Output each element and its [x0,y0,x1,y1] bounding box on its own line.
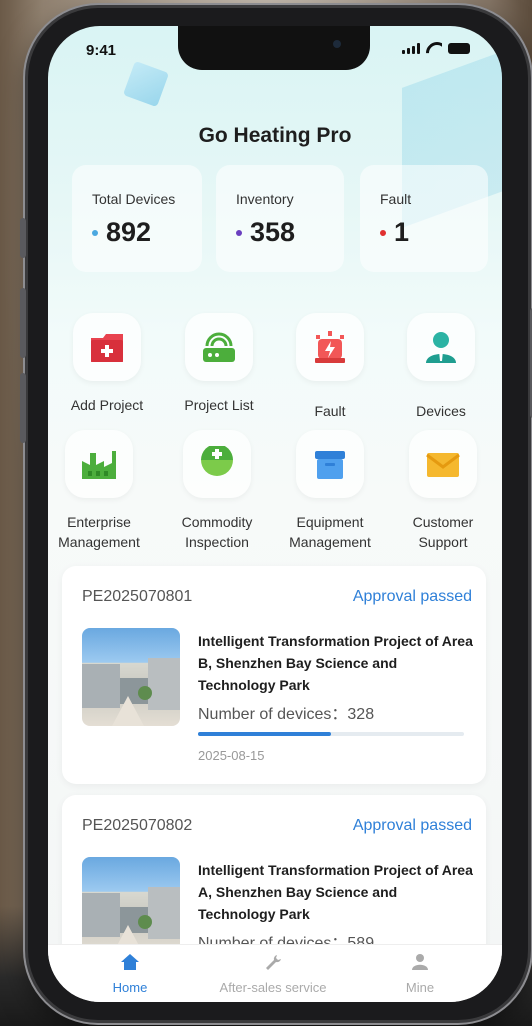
project-progress-bar [198,732,464,736]
menu-enterprise-management[interactable]: Enterprise Management [48,430,154,552]
stat-number: 358 [250,217,296,247]
wifi-icon [426,42,442,54]
stat-label: Inventory [236,191,294,207]
stat-card-fault[interactable]: Fault 1 [360,165,488,272]
wrench-icon [266,955,281,970]
menu-equipment-management[interactable]: Equipment Management [275,430,385,552]
menu-customer-support[interactable]: Customer Support [388,430,498,552]
menu-commodity-inspection[interactable]: Commodity Inspection [162,430,272,552]
menu-label: Add Project [70,397,144,413]
bottom-tab-bar: Home After-sales service Mine [48,944,502,1002]
stat-number: 892 [106,217,152,247]
tab-label: Mine [405,980,435,995]
project-status: Approval passed [352,817,472,834]
support-icon [409,430,477,498]
project-id: PE2025070802 [82,817,193,834]
project-devices: Number of devices：328 [198,706,375,723]
stat-value: 892 [92,217,151,248]
camera-icon [333,40,341,48]
fault-icon [296,313,364,381]
stat-value: 1 [380,217,409,248]
dynamic-island [178,26,370,70]
signal-icon [402,43,420,54]
stat-label: Total Devices [92,191,176,207]
project-progress-fill [198,732,331,736]
menu-label: Commodity Inspection [181,514,253,550]
menu-label: Customer Support [412,514,474,550]
tab-home[interactable]: Home [100,953,160,995]
project-status: Approval passed [352,588,472,605]
menu-project-list[interactable]: Project List [164,313,274,415]
project-title: Intelligent Transformation Project of Ar… [198,633,473,693]
stat-dot [236,229,242,236]
user-icon [412,954,428,970]
project-date: 2025-08-15 [198,748,265,763]
project-card[interactable]: PE2025070801 Approval passed Intelligent… [62,566,486,784]
stat-value: 358 [236,217,295,248]
status-time: 9:41 [86,42,117,59]
menu-add-project[interactable]: Add Project [52,313,162,415]
project-thumbnail [82,628,180,726]
menu-fault[interactable]: Fault [275,313,385,421]
tab-label: After-sales service [219,980,327,995]
stat-card-inventory[interactable]: Inventory 358 [216,165,344,272]
add-project-icon [73,313,141,381]
stat-dot [92,229,98,236]
app-title: Go Heating Pro [198,124,352,147]
tab-label: Home [112,980,148,995]
app-screen: 9:41 Go Heating Pro Total Devices 892 In… [48,26,502,1002]
volume-down-button [20,373,26,443]
menu-label: Devices [416,403,466,419]
tab-after-sales-service[interactable]: After-sales service [198,953,348,995]
stat-dot [380,229,386,236]
battery-icon [448,43,470,54]
project-title: Intelligent Transformation Project of Ar… [198,862,473,922]
menu-label: Project List [184,397,254,413]
volume-up-button [20,288,26,358]
project-thumbnail [82,857,180,955]
tab-mine[interactable]: Mine [390,953,450,995]
equipment-icon [296,430,364,498]
menu-devices[interactable]: Devices [386,313,496,421]
stat-number: 1 [394,217,410,247]
decorative-cube [122,60,170,108]
home-icon [121,954,139,970]
status-icons [402,42,470,54]
stat-card-total-devices[interactable]: Total Devices 892 [72,165,202,272]
project-id: PE2025070801 [82,588,193,605]
mute-switch [20,218,26,258]
project-list-icon [185,313,253,381]
menu-label: Enterprise Management [58,514,140,550]
stat-label: Fault [380,191,412,207]
menu-label: Equipment Management [289,514,371,550]
inspection-icon [183,430,251,498]
enterprise-icon [65,430,133,498]
menu-label: Fault [314,403,346,419]
devices-icon [407,313,475,381]
